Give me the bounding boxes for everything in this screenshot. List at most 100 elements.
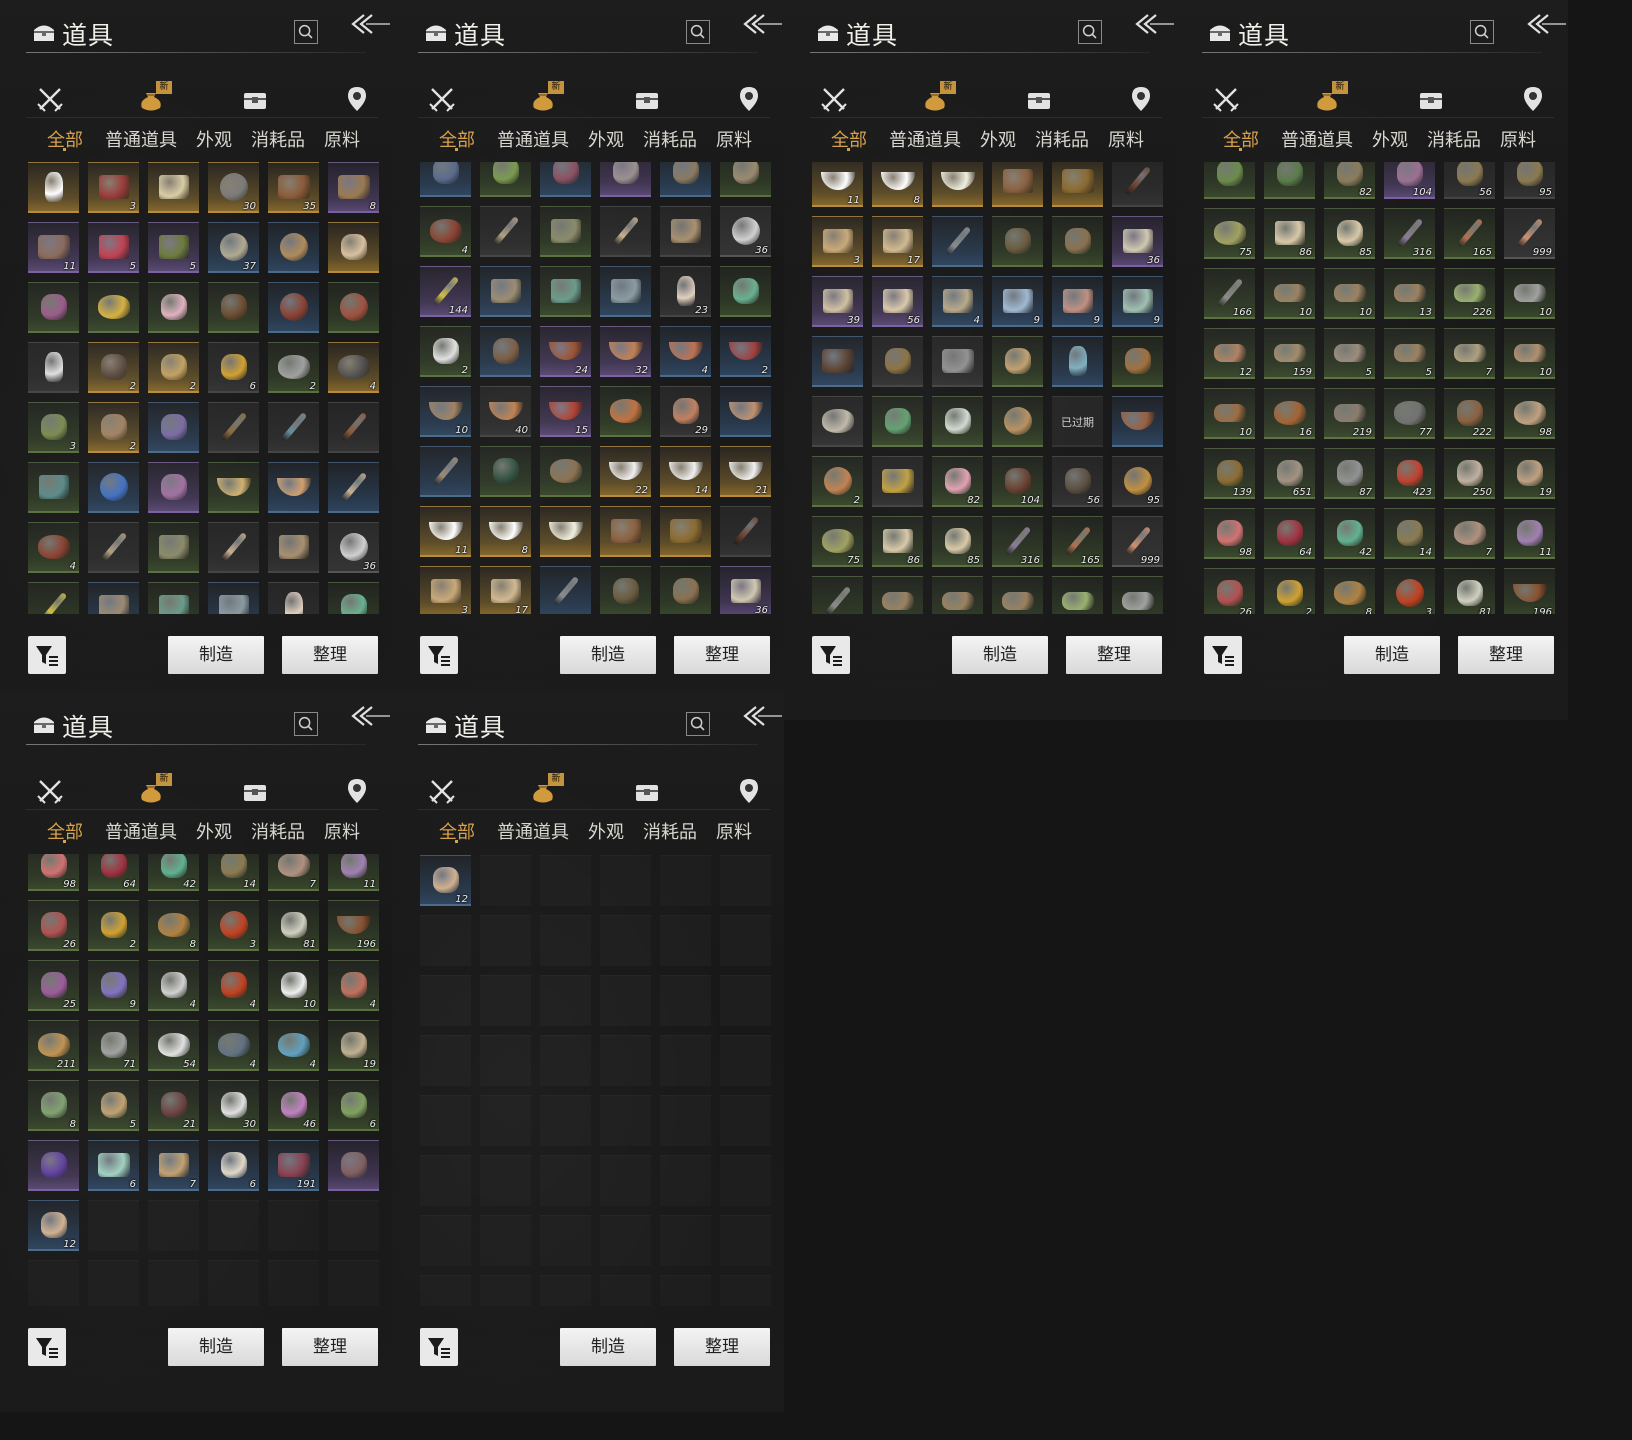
item-slot[interactable]: 42 bbox=[148, 854, 199, 891]
item-slot[interactable]: 75 bbox=[1204, 208, 1255, 259]
item-slot[interactable]: 3 bbox=[420, 566, 471, 614]
item-slot[interactable]: 54 bbox=[148, 1020, 199, 1071]
tab-appearance[interactable]: 外观 bbox=[196, 126, 232, 152]
item-slot[interactable]: 11 bbox=[420, 506, 471, 557]
item-slot[interactable]: 999 bbox=[1504, 208, 1555, 259]
item-slot[interactable]: 16 bbox=[1264, 388, 1315, 439]
item-slot[interactable]: 144 bbox=[420, 266, 471, 317]
item-slot[interactable] bbox=[720, 162, 771, 197]
item-slot[interactable]: 64 bbox=[1264, 508, 1315, 559]
item-slot[interactable]: 104 bbox=[1384, 162, 1435, 199]
item-slot[interactable] bbox=[872, 336, 923, 387]
item-slot[interactable]: 2 bbox=[812, 456, 863, 507]
item-slot[interactable] bbox=[328, 582, 379, 614]
item-slot[interactable] bbox=[992, 336, 1043, 387]
item-slot[interactable]: 7 bbox=[1444, 328, 1495, 379]
item-slot[interactable]: 9 bbox=[1052, 276, 1103, 327]
back-button[interactable] bbox=[1526, 12, 1568, 42]
item-slot[interactable]: 423 bbox=[1384, 448, 1435, 499]
item-slot[interactable] bbox=[328, 402, 379, 453]
item-slot[interactable]: 8 bbox=[1324, 568, 1375, 614]
item-slot[interactable]: 42 bbox=[1324, 508, 1375, 559]
item-slot[interactable]: 9 bbox=[88, 960, 139, 1011]
back-button[interactable] bbox=[350, 704, 392, 734]
item-slot[interactable] bbox=[932, 216, 983, 267]
item-slot[interactable]: 5 bbox=[88, 222, 139, 273]
item-slot[interactable] bbox=[480, 446, 531, 497]
item-slot[interactable] bbox=[812, 396, 863, 447]
item-slot[interactable]: 3 bbox=[1384, 568, 1435, 614]
treasure-chest-icon[interactable] bbox=[632, 84, 662, 114]
item-slot[interactable]: 3 bbox=[812, 216, 863, 267]
item-slot[interactable] bbox=[28, 462, 79, 513]
item-slot[interactable]: 32 bbox=[600, 326, 651, 377]
tab-appearance[interactable]: 外观 bbox=[588, 818, 624, 844]
item-slot[interactable]: 19 bbox=[328, 1020, 379, 1071]
item-slot[interactable] bbox=[540, 266, 591, 317]
item-slot[interactable]: 191 bbox=[268, 1140, 319, 1191]
item-slot[interactable]: 40 bbox=[480, 386, 531, 437]
craft-button[interactable]: 制造 bbox=[560, 636, 656, 674]
search-button[interactable] bbox=[294, 712, 318, 736]
item-slot[interactable]: 316 bbox=[1384, 208, 1435, 259]
item-slot[interactable] bbox=[28, 342, 79, 393]
sort-button[interactable]: 整理 bbox=[282, 1328, 378, 1366]
item-slot[interactable]: 9 bbox=[992, 276, 1043, 327]
item-slot[interactable]: 86 bbox=[1264, 208, 1315, 259]
tab-general-items[interactable]: 普通道具 bbox=[497, 126, 569, 152]
item-slot[interactable] bbox=[992, 396, 1043, 447]
item-slot[interactable]: 159 bbox=[1264, 328, 1315, 379]
item-slot[interactable] bbox=[208, 522, 259, 573]
tab-materials[interactable]: 原料 bbox=[1108, 126, 1144, 152]
tab-consumables[interactable]: 消耗品 bbox=[1427, 126, 1481, 152]
map-pin-icon[interactable] bbox=[734, 84, 764, 114]
item-slot[interactable]: 13 bbox=[992, 576, 1043, 614]
item-slot[interactable] bbox=[208, 462, 259, 513]
item-slot[interactable] bbox=[148, 582, 199, 614]
item-slot[interactable]: 2 bbox=[1264, 568, 1315, 614]
item-slot[interactable]: 6 bbox=[208, 1140, 259, 1191]
item-slot[interactable] bbox=[660, 506, 711, 557]
craft-button[interactable]: 制造 bbox=[952, 636, 1048, 674]
item-slot[interactable]: 10 bbox=[1324, 268, 1375, 319]
filter-button[interactable] bbox=[812, 636, 850, 674]
search-button[interactable] bbox=[1470, 20, 1494, 44]
item-slot[interactable]: 166 bbox=[1204, 268, 1255, 319]
item-slot[interactable]: 104 bbox=[992, 456, 1043, 507]
item-slot[interactable]: 11 bbox=[812, 162, 863, 207]
item-slot[interactable]: 8 bbox=[148, 900, 199, 951]
item-slot[interactable]: 165 bbox=[1052, 516, 1103, 567]
tab-appearance[interactable]: 外观 bbox=[1372, 126, 1408, 152]
craft-button[interactable]: 制造 bbox=[168, 636, 264, 674]
tab-consumables[interactable]: 消耗品 bbox=[1035, 126, 1089, 152]
tab-materials[interactable]: 原料 bbox=[716, 818, 752, 844]
item-slot[interactable]: 81 bbox=[268, 900, 319, 951]
item-slot[interactable]: 95 bbox=[1504, 162, 1555, 199]
tab-appearance[interactable]: 外观 bbox=[588, 126, 624, 152]
tab-materials[interactable]: 原料 bbox=[716, 126, 752, 152]
map-pin-icon[interactable] bbox=[1126, 84, 1156, 114]
item-slot[interactable]: 166 bbox=[812, 576, 863, 614]
item-slot[interactable]: 17 bbox=[872, 216, 923, 267]
item-slot[interactable]: 10 bbox=[420, 386, 471, 437]
item-slot[interactable]: 11 bbox=[28, 222, 79, 273]
item-slot[interactable] bbox=[28, 1140, 79, 1191]
item-slot[interactable] bbox=[420, 446, 471, 497]
item-slot[interactable]: 4 bbox=[328, 960, 379, 1011]
item-slot[interactable]: 139 bbox=[1204, 448, 1255, 499]
treasure-chest-icon[interactable] bbox=[1416, 84, 1446, 114]
item-slot[interactable] bbox=[28, 162, 79, 213]
search-button[interactable] bbox=[294, 20, 318, 44]
item-slot[interactable] bbox=[148, 282, 199, 333]
treasure-chest-icon[interactable] bbox=[632, 776, 662, 806]
item-slot[interactable] bbox=[268, 402, 319, 453]
item-slot[interactable] bbox=[480, 206, 531, 257]
item-slot[interactable] bbox=[88, 282, 139, 333]
item-slot[interactable] bbox=[328, 282, 379, 333]
item-slot[interactable] bbox=[992, 216, 1043, 267]
item-slot[interactable]: 30 bbox=[208, 1080, 259, 1131]
item-slot[interactable]: 316 bbox=[992, 516, 1043, 567]
item-slot[interactable]: 2 bbox=[720, 326, 771, 377]
item-slot[interactable] bbox=[540, 446, 591, 497]
item-slot[interactable] bbox=[872, 396, 923, 447]
